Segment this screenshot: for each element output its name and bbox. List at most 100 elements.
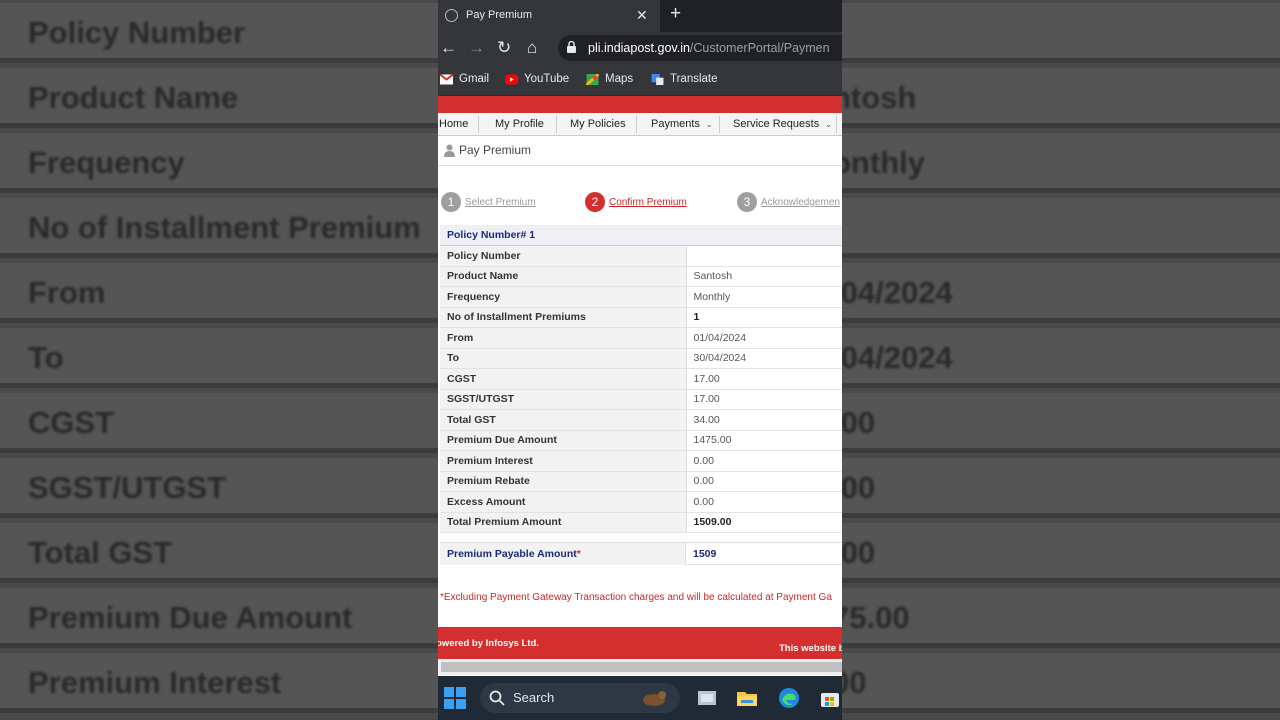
screen: Policy Number Product Name Frequency No … (0, 0, 1280, 720)
nav-payments-label: Payments (651, 118, 700, 130)
bg-row: /04/2024 (842, 263, 1280, 323)
bg-row: Total GST (0, 523, 438, 583)
row-label: CGST (440, 368, 687, 390)
row-label: From (440, 327, 687, 349)
bg-text: .00 (842, 470, 876, 505)
bookmark-label: Gmail (459, 73, 490, 85)
bg-text: Frequency (28, 145, 185, 180)
bookmark-gmail[interactable]: Gmail (440, 73, 489, 85)
step-acknowledgement[interactable]: 3 Acknowledgemen (737, 192, 840, 212)
bg-text: 00 (842, 665, 867, 700)
table-header-row: Policy Number# 1 (440, 225, 842, 246)
bg-row: .00 (842, 523, 1280, 583)
bg-row: .00 (842, 458, 1280, 518)
bg-text: Total GST (28, 535, 173, 570)
bg-row: No of Installment Premium (0, 198, 438, 258)
bg-text: ntosh (842, 80, 917, 115)
step-number: 1 (441, 192, 461, 212)
nav-service-requests[interactable]: Service Requests ⌄ (733, 118, 832, 130)
file-explorer-icon[interactable] (735, 686, 759, 710)
browser-window: Pay Premium ✕ + ← → ↻ ⌂ pli.indiapost.go… (438, 0, 842, 720)
page-title-bar: Pay Premium (438, 136, 842, 166)
translate-icon (651, 73, 664, 85)
bg-text: Product Name (28, 80, 239, 115)
step-number: 3 (737, 192, 757, 212)
nav-divider (836, 116, 837, 133)
table-row: No of Installment Premiums 1 (440, 307, 842, 328)
back-icon[interactable]: ← (440, 39, 457, 56)
step-label: Confirm Premium (609, 196, 687, 208)
payable-asterisk: * (576, 548, 581, 560)
url-field[interactable]: pli.indiapost.gov.in/CustomerPortal/Paym… (558, 35, 842, 61)
search-icon (489, 690, 505, 706)
row-value: 30/04/2024 (686, 348, 842, 369)
reload-icon[interactable]: ↻ (497, 39, 511, 56)
bookmark-label: Maps (605, 73, 634, 85)
row-value: 1509.00 (686, 512, 842, 533)
row-value: 17.00 (686, 368, 842, 390)
bg-text: .00 (842, 405, 876, 440)
bg-text: CGST (28, 405, 115, 440)
nav-payments[interactable]: Payments ⌄ (651, 118, 713, 130)
row-value: 01/04/2024 (686, 327, 842, 349)
bg-text: /04/2024 (842, 275, 953, 310)
bookmark-youtube[interactable]: YouTube (505, 73, 569, 85)
bg-text: No of Installment Premium (28, 210, 421, 245)
edge-browser-icon[interactable] (777, 686, 801, 710)
scrollbar-thumb[interactable] (441, 662, 842, 672)
row-label: Excess Amount (440, 491, 687, 513)
row-label: Total Premium Amount (440, 512, 687, 533)
bg-row: From (0, 263, 438, 323)
bg-text: Premium Interest (28, 665, 282, 700)
bg-row: 75.00 (842, 588, 1280, 648)
table-row: Product Name Santosh (440, 266, 842, 287)
bookmark-translate[interactable]: Translate (651, 73, 718, 85)
chevron-down-icon: ⌄ (705, 120, 713, 129)
bg-row: .00 (842, 393, 1280, 453)
bg-row (842, 3, 1280, 63)
table-row: Premium Due Amount 1475.00 (440, 430, 842, 451)
bg-row: 00 (842, 653, 1280, 713)
footer-powered-by: owered by Infosys Ltd. (438, 638, 539, 649)
row-label: Premium Interest (440, 450, 687, 472)
table-row: To 30/04/2024 (440, 348, 842, 369)
gmail-icon (440, 73, 453, 84)
gateway-charges-note: *Excluding Payment Gateway Transaction c… (440, 592, 832, 603)
nav-my-policies[interactable]: My Policies (570, 118, 626, 130)
step-confirm-premium[interactable]: 2 Confirm Premium (585, 192, 687, 212)
url-path: /CustomerPortal/Paymen (689, 41, 830, 55)
bg-row: Premium Due Amount (0, 588, 438, 648)
bg-row: ntosh (842, 68, 1280, 128)
bookmarks-bar: Gmail YouTube Maps Translate (438, 64, 842, 96)
bg-row: CGST (0, 393, 438, 453)
bookmark-label: YouTube (524, 73, 570, 85)
task-view-icon[interactable] (695, 686, 719, 710)
row-value: 0.00 (686, 491, 842, 513)
store-icon[interactable] (818, 686, 842, 710)
horizontal-scrollbar[interactable] (438, 659, 842, 675)
bg-row: onthly (842, 133, 1280, 193)
forward-icon[interactable]: → (468, 39, 485, 56)
tab-pay-premium[interactable]: Pay Premium ✕ (438, 0, 660, 32)
row-value: 0.00 (686, 450, 842, 472)
row-label: To (440, 348, 687, 369)
row-label: No of Installment Premiums (440, 307, 687, 328)
home-icon[interactable]: ⌂ (527, 39, 537, 56)
nav-my-profile[interactable]: My Profile (495, 118, 544, 130)
table-row: Premium Interest 0.00 (440, 450, 842, 472)
new-tab-icon[interactable]: + (670, 3, 681, 25)
bg-text: Policy Number (28, 15, 246, 50)
row-value: Monthly (686, 286, 842, 308)
payable-label: Premium Payable Amount (447, 548, 577, 560)
step-select-premium[interactable]: 1 Select Premium (441, 192, 536, 212)
bg-row: Frequency (0, 133, 438, 193)
youtube-icon (505, 74, 518, 84)
bookmark-label: Translate (670, 73, 718, 85)
nav-home[interactable]: Home (439, 118, 468, 130)
bg-text: From (28, 275, 106, 310)
close-icon[interactable]: ✕ (636, 7, 648, 24)
windows-start-icon[interactable] (444, 687, 466, 709)
taskbar-search[interactable]: Search (480, 683, 680, 713)
bookmark-maps[interactable]: Maps (586, 73, 633, 85)
table-row: Premium Rebate 0.00 (440, 471, 842, 492)
